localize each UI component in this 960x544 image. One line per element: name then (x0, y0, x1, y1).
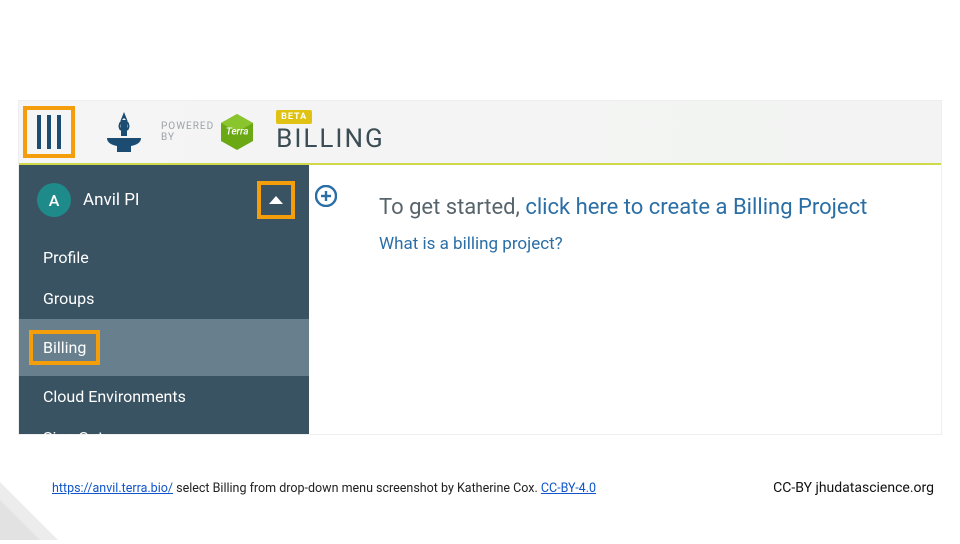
sidebar-item-label: Groups (43, 289, 94, 308)
body-area: A Anvil PI Profile Groups Billing Cloud … (19, 165, 941, 434)
sidebar-item-groups[interactable]: Groups (19, 278, 309, 319)
powered-by-block: POWERED BY Terra (161, 113, 254, 151)
caption: https://anvil.terra.bio/ select Billing … (52, 481, 596, 496)
sidebar-item-cloud-environments[interactable]: Cloud Environments (19, 376, 309, 417)
page-title: BILLING (276, 124, 385, 154)
title-block: BETA BILLING (276, 110, 385, 154)
sidebar-item-label: Sign Out (43, 428, 103, 447)
beta-badge: BETA (276, 110, 312, 124)
hamburger-bar-icon (47, 115, 51, 149)
terra-logo-label: Terra (226, 127, 249, 138)
sidebar-menu: Profile Groups Billing Cloud Environment… (19, 237, 309, 458)
add-billing-project-button[interactable] (315, 185, 337, 207)
user-name: Anvil PI (83, 190, 140, 210)
sidebar-item-profile[interactable]: Profile (19, 237, 309, 278)
sidebar-item-label: Billing (43, 338, 86, 357)
sidebar-item-billing[interactable]: Billing (19, 319, 309, 376)
anvil-logo-icon (101, 108, 147, 156)
attribution-text: CC-BY jhudatascience.org (773, 480, 934, 496)
sidebar-item-sign-out[interactable]: Sign Out (19, 417, 309, 458)
slide-corner-decoration-icon (0, 482, 58, 540)
terra-logo-icon: Terra (220, 113, 254, 151)
powered-by-label: POWERED BY (161, 121, 214, 143)
create-billing-project-link[interactable]: click here to create a Billing Project (525, 195, 867, 220)
hamburger-bar-icon (37, 115, 41, 149)
top-bar: POWERED BY Terra BETA BILLING (19, 101, 941, 165)
main-content: To get started, click here to create a B… (379, 195, 921, 254)
license-link[interactable]: CC-BY-4.0 (541, 481, 596, 496)
user-row: A Anvil PI (19, 183, 309, 233)
caption-text: select Billing from drop-down menu scree… (173, 481, 541, 496)
chevron-up-icon (269, 196, 283, 204)
app-screenshot: POWERED BY Terra BETA BILLING A Anvil PI (18, 100, 942, 435)
avatar: A (37, 183, 71, 217)
sidebar-item-label: Profile (43, 248, 89, 267)
what-is-billing-project-link[interactable]: What is a billing project? (379, 234, 921, 254)
hamburger-bar-icon (57, 115, 61, 149)
billing-highlight-box: Billing (29, 330, 100, 365)
sidebar: A Anvil PI Profile Groups Billing Cloud … (19, 165, 309, 434)
source-url-link[interactable]: https://anvil.terra.bio/ (52, 481, 173, 496)
get-started-text: To get started, click here to create a B… (379, 195, 921, 220)
collapse-menu-button[interactable] (257, 181, 295, 219)
get-started-prefix: To get started, (379, 195, 525, 220)
hamburger-menu-button[interactable] (23, 106, 75, 158)
sidebar-item-label: Cloud Environments (43, 387, 186, 406)
